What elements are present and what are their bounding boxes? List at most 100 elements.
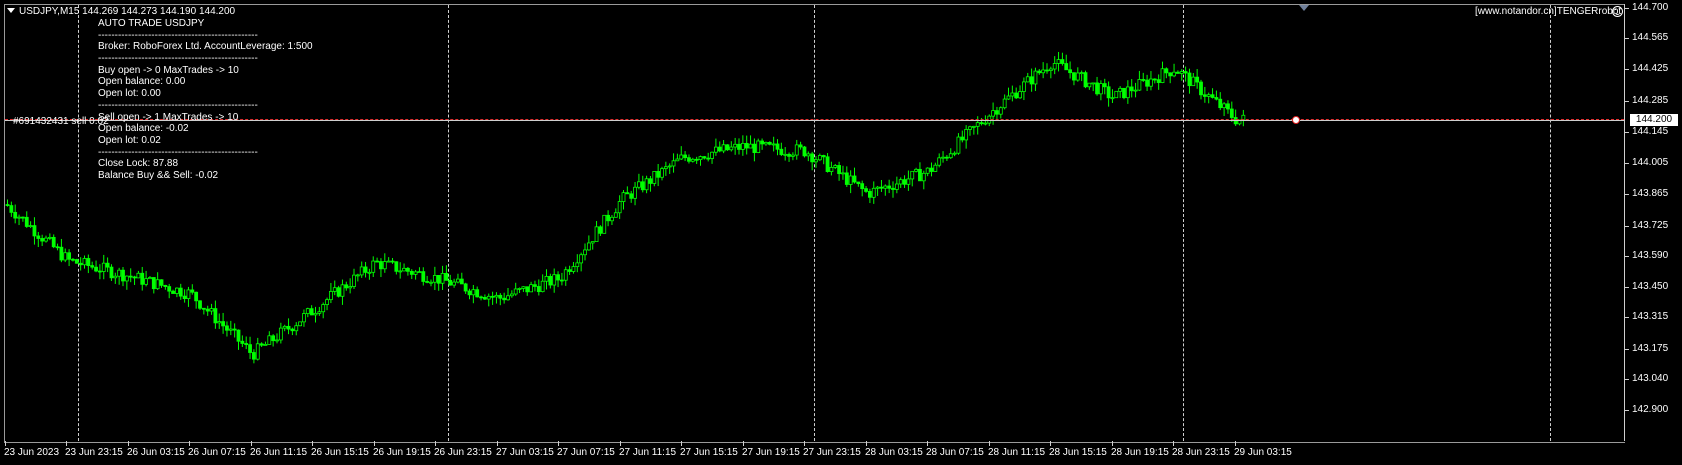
candle-body: [186, 289, 191, 299]
candle-body: [918, 168, 922, 182]
ea-panel-line: Balance Buy && Sell: -0.02: [98, 169, 219, 181]
candle-body: [105, 262, 110, 268]
candle-body: [32, 225, 37, 237]
candle-body: [228, 328, 233, 331]
time-tick: [189, 441, 190, 446]
candle-body: [390, 260, 395, 263]
candle-body: [617, 201, 622, 214]
candle-body: [44, 237, 48, 242]
candle-body: [467, 290, 472, 296]
candle-body: [521, 286, 526, 289]
time-tick: [5, 441, 6, 446]
candle-body: [475, 289, 480, 298]
candle-body: [275, 339, 279, 342]
price-tick-label: 144.425: [1632, 63, 1669, 75]
candle-body: [814, 159, 818, 163]
chart-title[interactable]: USDJPY,M15 144.269 144.273 144.190 144.2…: [7, 6, 235, 18]
time-tick: [1050, 441, 1051, 446]
candle-body: [78, 262, 83, 266]
candle-body: [36, 235, 41, 239]
order-marker-icon[interactable]: [1292, 115, 1300, 124]
candle-body: [560, 279, 564, 282]
candle-body: [74, 259, 79, 264]
candle-body: [871, 187, 876, 198]
candle-body: [86, 258, 91, 266]
candle-body: [717, 146, 722, 152]
price-tick: [1624, 255, 1629, 257]
candle-body: [213, 308, 218, 324]
candle-body: [440, 273, 445, 284]
candle-body: [945, 156, 949, 159]
candle-body: [5, 204, 10, 206]
candle-body: [756, 140, 761, 154]
candle-body: [405, 267, 410, 272]
candle-body: [633, 186, 637, 199]
candle-body: [174, 287, 179, 294]
candle-body: [98, 270, 102, 273]
candle-body: [359, 266, 364, 276]
current-price-label: 144.200: [1630, 113, 1678, 126]
time-tick: [989, 441, 990, 446]
price-tick-label: 144.145: [1632, 125, 1669, 137]
candle-body: [371, 260, 376, 273]
price-tick: [1624, 378, 1629, 380]
candle-body: [363, 266, 368, 273]
price-tick-label: 144.005: [1632, 157, 1669, 169]
time-tick-label: 28 Jun 07:15: [926, 447, 984, 458]
chart-shift-marker-icon[interactable]: [1299, 5, 1309, 11]
candle-body: [702, 156, 707, 159]
time-tick-label: 29 Jun 03:15: [1234, 447, 1292, 458]
candle-body: [779, 148, 784, 155]
candle-body: [71, 258, 75, 261]
ea-panel-line: Open balance: -0.02: [98, 123, 189, 135]
candle-body: [1156, 79, 1161, 83]
price-tick: [1624, 100, 1629, 102]
candle-body: [17, 216, 21, 219]
time-tick: [374, 441, 375, 446]
candle-body: [586, 242, 591, 251]
candle-body: [278, 327, 283, 341]
price-tick: [1624, 69, 1629, 71]
candle-body: [1087, 82, 1092, 88]
candle-body: [463, 283, 468, 292]
candle-body: [1110, 97, 1115, 100]
candle-body: [721, 144, 726, 152]
ea-panel-line: ----------------------------------------…: [98, 29, 258, 41]
candle-body: [925, 167, 930, 174]
time-tick: [620, 441, 621, 446]
candle-body: [425, 281, 430, 283]
candle-body: [956, 136, 961, 154]
candle-body: [236, 329, 241, 342]
candle-body: [829, 166, 834, 172]
candle-body: [9, 205, 14, 213]
candle-body: [298, 321, 303, 327]
candle-body: [94, 266, 98, 272]
candle-body: [710, 151, 714, 159]
candle-body: [921, 172, 926, 182]
candle-body: [548, 276, 553, 286]
price-tick-label: 143.450: [1632, 281, 1669, 293]
candle-body: [20, 216, 25, 219]
candle-body: [1106, 86, 1111, 99]
time-tick-label: 27 Jun 15:15: [680, 447, 738, 458]
candle-body: [675, 158, 680, 162]
candle-body: [448, 279, 453, 286]
triangle-down-icon[interactable]: [7, 8, 15, 13]
candle-body: [421, 271, 426, 282]
candle-body: [367, 271, 372, 274]
time-tick-label: 28 Jun 19:15: [1111, 447, 1169, 458]
price-tick-label: 144.285: [1632, 94, 1669, 106]
candle-body: [910, 170, 915, 180]
candle-body: [744, 142, 749, 149]
candle-body: [136, 272, 141, 279]
candle-body: [825, 156, 830, 172]
candle-body: [1033, 70, 1038, 85]
smiley-face-icon[interactable]: [1612, 6, 1623, 17]
candle-body: [629, 193, 634, 199]
candle-body: [513, 288, 518, 295]
candle-body: [1149, 78, 1153, 87]
time-tick: [497, 441, 498, 446]
chart-window[interactable]: 144.700 144.565 144.425 144.285 144.145 144.0…: [0, 0, 1682, 465]
candle-body: [409, 270, 414, 275]
candle-body: [486, 295, 491, 300]
